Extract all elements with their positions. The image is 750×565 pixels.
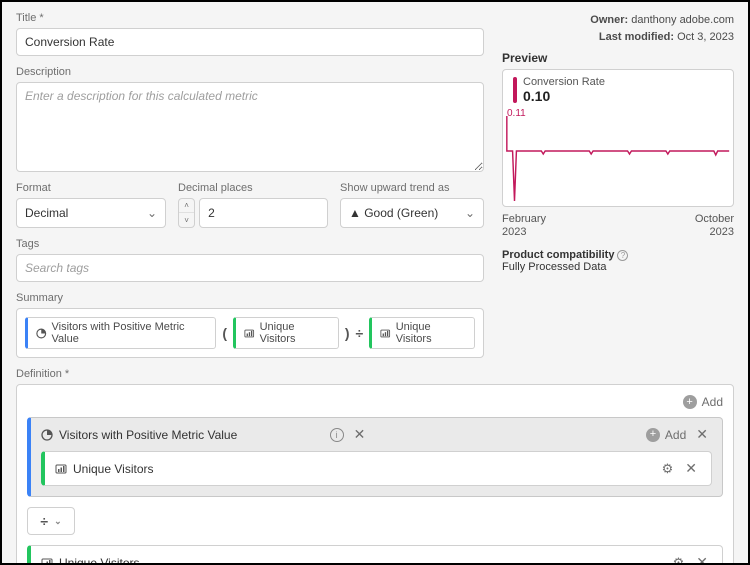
format-label: Format xyxy=(16,182,166,194)
segment-icon xyxy=(36,328,47,339)
title-label: Title* xyxy=(16,12,484,24)
metric-row[interactable]: Unique Visitors ⚙ ✕ xyxy=(27,545,723,565)
close-icon[interactable]: ✕ xyxy=(692,426,712,443)
add-button[interactable]: + Add xyxy=(683,395,723,409)
preview-color-bar xyxy=(513,77,517,103)
summary-metric-2[interactable]: Unique Visitors xyxy=(369,317,475,349)
product-compatibility: Product compatibility? Fully Processed D… xyxy=(502,249,734,273)
decimal-input[interactable] xyxy=(199,198,328,228)
chevron-down-icon: ⌄ xyxy=(465,206,475,220)
description-label: Description xyxy=(16,66,484,78)
segment-icon xyxy=(41,429,53,441)
preview-date-range: February2023 October2023 xyxy=(502,213,734,239)
preview-title: Preview xyxy=(502,51,734,65)
add-button[interactable]: + Add xyxy=(646,428,686,442)
decimal-label: Decimal places xyxy=(178,182,328,194)
stepper-up-icon[interactable]: ˄ xyxy=(179,199,194,213)
close-icon[interactable]: ✕ xyxy=(350,426,370,443)
gear-icon[interactable]: ⚙ xyxy=(673,555,685,565)
segment-name: Visitors with Positive Metric Value xyxy=(59,428,324,442)
preview-box: Conversion Rate 0.10 0.11 xyxy=(502,69,734,207)
title-input[interactable] xyxy=(16,28,484,56)
open-paren: ( xyxy=(222,325,227,341)
help-icon[interactable]: ? xyxy=(617,250,628,261)
gear-icon[interactable]: ⚙ xyxy=(662,461,674,477)
metric-icon xyxy=(55,463,67,475)
summary-box: Visitors with Positive Metric Value ( Un… xyxy=(16,308,484,358)
preview-metric-name: Conversion Rate xyxy=(523,76,605,88)
metric-icon xyxy=(41,557,53,565)
summary-segment-1[interactable]: Visitors with Positive Metric Value xyxy=(25,317,216,349)
tags-input[interactable] xyxy=(16,254,484,282)
close-paren: ) xyxy=(345,325,350,341)
preview-peak-label: 0.11 xyxy=(507,108,526,119)
info-icon[interactable]: i xyxy=(330,428,344,442)
preview-chart: 0.11 xyxy=(503,106,733,206)
summary-label: Summary xyxy=(16,292,484,304)
chevron-down-icon: ⌄ xyxy=(54,516,62,527)
metric-icon xyxy=(244,328,254,339)
plus-icon: + xyxy=(683,395,697,409)
segment-container[interactable]: Visitors with Positive Metric Value i ✕ … xyxy=(27,417,723,497)
metric-row[interactable]: Unique Visitors ⚙ ✕ xyxy=(41,451,712,486)
operator-select[interactable]: ÷ ⌄ xyxy=(27,507,75,535)
definition-label: Definition* xyxy=(16,368,734,380)
summary-metric-1[interactable]: Unique Visitors xyxy=(233,317,339,349)
description-input[interactable] xyxy=(16,82,484,172)
preview-metric-value: 0.10 xyxy=(523,88,605,104)
meta-info: Owner: danthony adobe.com Last modified:… xyxy=(502,12,734,45)
plus-icon: + xyxy=(646,428,660,442)
trend-select[interactable]: ▲ Good (Green) ⌄ xyxy=(340,198,484,228)
metric-icon xyxy=(380,328,390,339)
stepper-down-icon[interactable]: ˅ xyxy=(179,213,194,227)
tags-label: Tags xyxy=(16,238,484,250)
decimal-stepper[interactable]: ˄ ˅ xyxy=(178,198,195,228)
chevron-down-icon: ⌄ xyxy=(147,206,157,220)
definition-box: + Add Visitors with Positive Metric Valu… xyxy=(16,384,734,565)
divide-operator: ÷ xyxy=(356,325,364,341)
format-select[interactable]: Decimal ⌄ xyxy=(16,198,166,228)
trend-label: Show upward trend as xyxy=(340,182,484,194)
close-icon[interactable]: ✕ xyxy=(692,554,712,565)
close-icon[interactable]: ✕ xyxy=(681,460,701,477)
